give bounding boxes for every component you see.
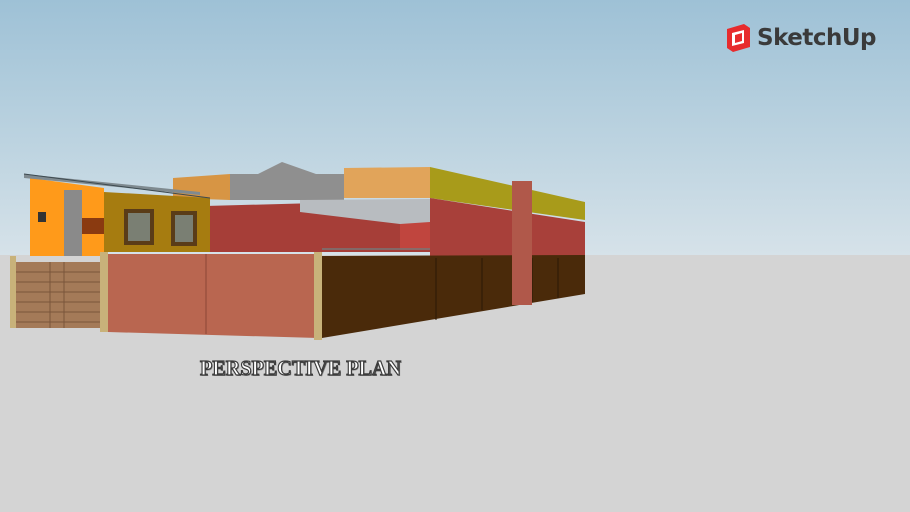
wall-pillar-right xyxy=(314,252,322,340)
sketchup-logo: SketchUp xyxy=(724,22,877,54)
dark-compound-wall xyxy=(322,255,585,338)
building-model xyxy=(10,162,585,340)
left-top-band xyxy=(173,174,230,200)
sketchup-logo-icon xyxy=(727,24,750,52)
gate-pillar-left xyxy=(10,256,16,328)
brand-name: SketchUp xyxy=(757,25,877,51)
inner-red-block xyxy=(400,222,430,250)
porch-beam xyxy=(82,218,104,234)
front-boundary-wall xyxy=(108,254,318,338)
model-viewport[interactable]: SketchUp PERSPECTIVE PLAN xyxy=(0,0,910,512)
wall-pillar-mid xyxy=(100,252,108,332)
caption-text: PERSPECTIVE PLAN xyxy=(199,355,402,380)
long-block-top-band-left xyxy=(344,167,430,198)
brick-column xyxy=(512,181,532,305)
stone-gable xyxy=(230,162,344,200)
small-window xyxy=(38,212,46,222)
stone-pillar xyxy=(64,190,82,256)
